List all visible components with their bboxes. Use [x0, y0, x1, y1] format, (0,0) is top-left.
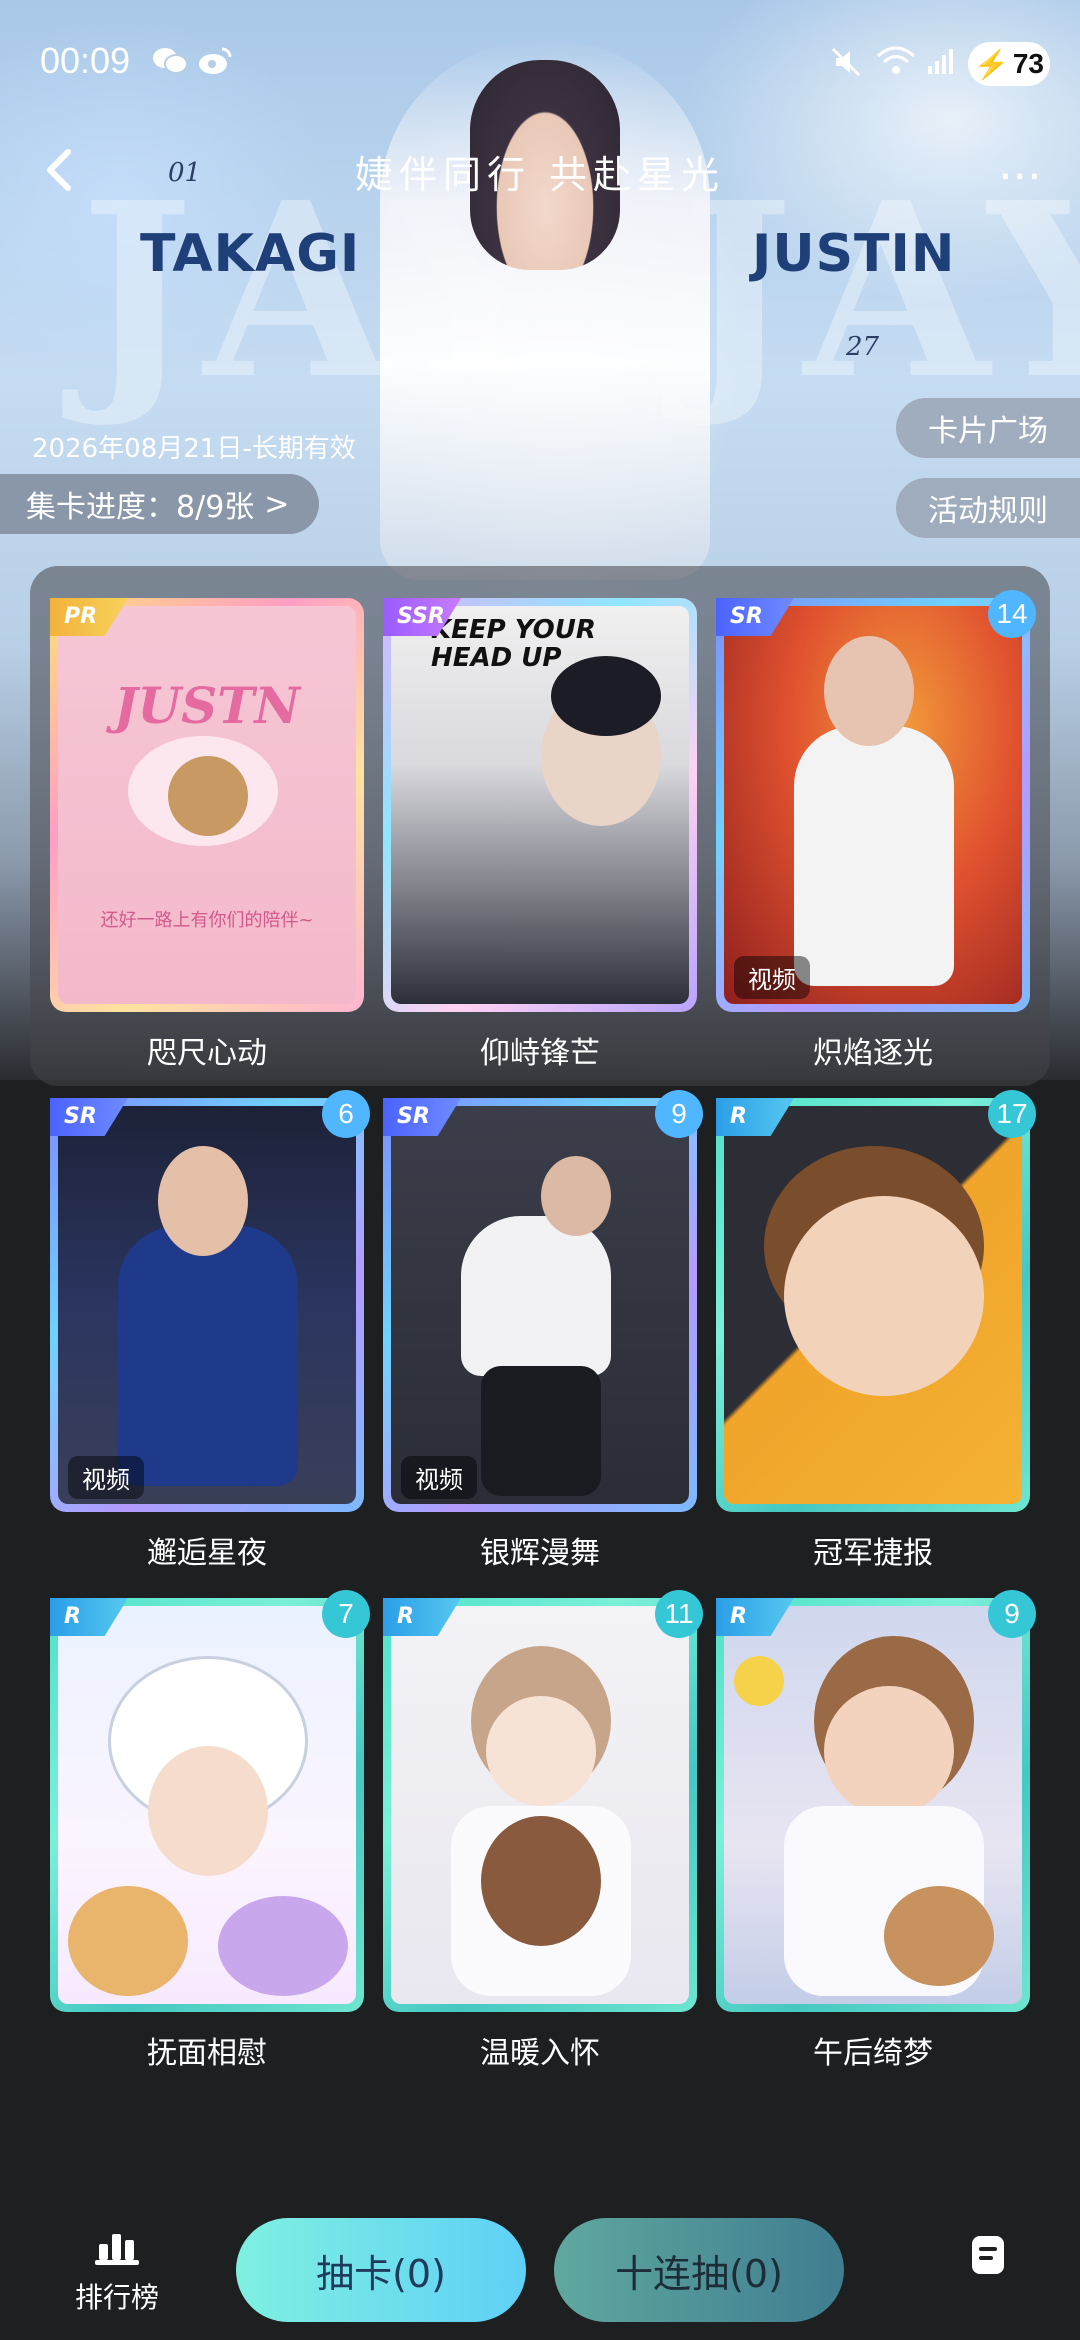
- chevron-right-icon: >: [264, 486, 290, 522]
- battery-indicator: ⚡ 73: [968, 42, 1050, 86]
- validity-date: 2026年08月21日-长期有效: [32, 434, 356, 464]
- wifi-icon: [876, 46, 916, 84]
- more-options-button[interactable]: ⋯: [998, 150, 1046, 201]
- card-count-badge: 9: [655, 1090, 703, 1138]
- mute-icon: [830, 46, 862, 86]
- document-icon: [972, 2236, 1004, 2274]
- card-count-badge: 17: [988, 1090, 1036, 1138]
- card-count-badge: 6: [322, 1090, 370, 1138]
- wechat-icon: [152, 46, 188, 84]
- collection-progress-label: 集卡进度：8/9张: [26, 490, 255, 525]
- card-art: KEEP YOUR HEAD UP: [391, 606, 689, 1004]
- card-name: 仰峙锋芒: [480, 1036, 600, 1071]
- video-tag: 视频: [401, 1456, 477, 1499]
- card-art: [391, 1606, 689, 2004]
- card-art: [724, 606, 1022, 1004]
- card-count-badge: 9: [988, 1590, 1036, 1638]
- card-frame: [50, 1098, 364, 1512]
- card-frame: [50, 1598, 364, 2012]
- card-name: 温暖入怀: [480, 2036, 600, 2071]
- ten-draw-button[interactable]: 十连抽(0): [554, 2218, 844, 2322]
- page-title: 婕伴同行 共赴星光: [354, 153, 726, 197]
- status-time: 00:09: [40, 40, 131, 81]
- collection-progress-button[interactable]: 集卡进度：8/9张 >: [0, 474, 320, 534]
- bear-icon: [884, 1886, 994, 1986]
- card-art: [58, 1106, 356, 1504]
- card-frame: [716, 598, 1030, 1012]
- bear-icon: [68, 1886, 188, 1996]
- banner-right-name: JUSTIN: [752, 224, 956, 284]
- leaderboard-label: 排行榜: [74, 2281, 159, 2314]
- bear-icon: [168, 756, 248, 836]
- card-frame: JUSTN 还好一路上有你们的陪伴~: [50, 598, 364, 1012]
- bottom-action-bar: 排行榜 抽卡(0) 十连抽(0): [0, 2200, 1080, 2340]
- video-tag: 视频: [734, 956, 810, 999]
- card-name: 邂逅星夜: [147, 1536, 267, 1571]
- card-count-badge: 7: [322, 1590, 370, 1638]
- activity-rules-button[interactable]: 活动规则: [896, 478, 1080, 538]
- card-tagline: 还好一路上有你们的陪伴~: [100, 910, 314, 931]
- draw-records-button[interactable]: [970, 2234, 1018, 2282]
- card-logo: JUSTN: [113, 676, 301, 735]
- bar-chart-icon: [95, 2234, 139, 2265]
- video-tag: 视频: [68, 1456, 144, 1499]
- weibo-icon: [198, 46, 232, 84]
- card-frame: [716, 1098, 1030, 1512]
- leaderboard-button[interactable]: 排行榜: [62, 2230, 172, 2316]
- banner-right-number: 27: [846, 332, 880, 362]
- card-art: [391, 1106, 689, 1504]
- signal-icon: [926, 46, 956, 84]
- card-name: 银辉漫舞: [480, 1536, 600, 1571]
- charging-icon: ⚡: [973, 48, 1009, 80]
- card-name: 炽焰逐光: [813, 1036, 933, 1071]
- status-bar: 00:09 ⚡ 73: [0, 0, 1080, 120]
- card-square-button[interactable]: 卡片广场: [896, 398, 1080, 458]
- card-count-badge: 14: [988, 590, 1036, 638]
- card-frame: [383, 1098, 697, 1512]
- card-name: 午后绮梦: [813, 2036, 933, 2071]
- card-name: 抚面相慰: [147, 2036, 267, 2071]
- card-name: 冠军捷报: [813, 1536, 933, 1571]
- card-count-badge: 11: [655, 1590, 703, 1638]
- bear-icon: [481, 1816, 601, 1946]
- card-frame: [716, 1598, 1030, 2012]
- banner-left-name: TAKAGI: [140, 224, 361, 284]
- card-frame: [383, 1598, 697, 2012]
- card-art: [58, 1606, 356, 2004]
- battery-level: 73: [1012, 48, 1045, 79]
- card-art: [724, 1106, 1022, 1504]
- card-name: 咫尺心动: [147, 1036, 267, 1071]
- draw-card-button[interactable]: 抽卡(0): [236, 2218, 526, 2322]
- card-art: JUSTN 还好一路上有你们的陪伴~: [58, 606, 356, 1004]
- card-art: [724, 1606, 1022, 2004]
- card-frame: KEEP YOUR HEAD UP: [383, 598, 697, 1012]
